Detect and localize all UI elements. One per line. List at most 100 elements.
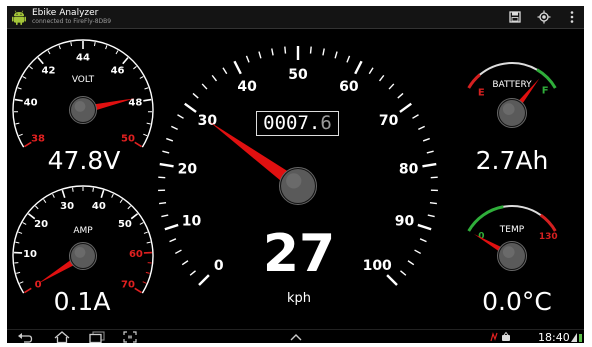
- speed-major-tick: [198, 274, 210, 286]
- amp-minor-tick: [127, 205, 131, 210]
- volt-minor-tick: [22, 76, 27, 79]
- speed-minor-tick: [309, 46, 312, 54]
- speed-tick-label: 100: [363, 258, 392, 274]
- amp-major-tick: [134, 287, 142, 294]
- speed-minor-tick: [161, 214, 169, 218]
- speed-tick-label: 50: [288, 67, 308, 83]
- volt-major-tick: [134, 141, 142, 148]
- volt-major-tick: [143, 98, 152, 102]
- speed-minor-tick: [400, 270, 407, 276]
- speed-minor-tick: [346, 55, 351, 63]
- battery-readout: 2.7Ah: [475, 146, 549, 175]
- volt-minor-tick: [47, 50, 51, 55]
- amp-label: AMP: [73, 226, 93, 236]
- system-nav-bar: 18:40: [7, 329, 584, 343]
- app-title: Ebike Analyzer: [32, 8, 99, 18]
- speed-minor-tick: [177, 114, 184, 119]
- status-icons: [571, 333, 582, 342]
- speed-tick-label: 10: [182, 214, 202, 230]
- volt-tick-label: 50: [121, 134, 135, 145]
- speed-minor-tick: [397, 92, 404, 99]
- battery-hub-shine: [502, 103, 515, 115]
- back-icon[interactable]: [15, 330, 35, 343]
- speed-minor-tick: [427, 214, 435, 218]
- save-icon[interactable]: [506, 8, 524, 26]
- temp-arc-hot: [539, 213, 557, 232]
- home-icon[interactable]: [52, 330, 72, 343]
- speed-minor-tick: [181, 260, 189, 266]
- speed-minor-tick: [334, 51, 338, 59]
- chevron-up-icon[interactable]: [287, 330, 305, 343]
- volt-minor-tick: [93, 41, 96, 47]
- speed-minor-tick: [192, 92, 199, 99]
- speed-tick-label: 40: [237, 79, 257, 95]
- speed-minor-tick: [171, 125, 178, 131]
- speed-major-tick: [159, 162, 174, 168]
- volt-minor-tick: [143, 133, 148, 137]
- volt-tick-label: 42: [42, 65, 56, 76]
- amp-minor-tick: [52, 193, 55, 198]
- amp-minor-tick: [16, 271, 21, 274]
- speed-minor-tick: [211, 74, 218, 82]
- amp-arc: [12, 185, 154, 294]
- volt-minor-tick: [18, 133, 23, 137]
- status-clock: 18:40: [538, 331, 570, 343]
- speed-major-tick: [354, 60, 363, 75]
- speed-minor-tick: [271, 48, 274, 56]
- volt-minor-tick: [58, 45, 61, 50]
- notification-icons: [490, 331, 510, 342]
- battery-arc-low: [467, 73, 481, 89]
- action-bar: Ebike Analyzer connected to FireFly-8DB9: [7, 6, 584, 29]
- amp-minor-tick: [43, 199, 47, 203]
- speed-minor-tick: [174, 249, 182, 255]
- amp-minor-tick: [35, 205, 39, 210]
- battery-empty-mark: E: [478, 87, 485, 98]
- temp-max-mark: 130: [539, 232, 558, 242]
- app-window: Ebike Analyzer connected to FireFly-8DB9…: [7, 6, 584, 343]
- speed-minor-tick: [388, 83, 395, 90]
- dashboard: 0102030405060708090100 38404244464850VOL…: [12, 39, 558, 294]
- speed-minor-tick: [378, 74, 385, 82]
- speed-hub-shine: [286, 173, 302, 189]
- speed-minor-tick: [222, 67, 228, 75]
- speed-minor-tick: [407, 260, 415, 266]
- location-target-icon[interactable]: [535, 8, 553, 26]
- amp-minor-tick: [143, 231, 148, 234]
- amp-minor-tick: [111, 193, 114, 198]
- amp-minor-tick: [142, 281, 147, 284]
- volt-label: VOLT: [72, 75, 95, 85]
- speed-tick-label: 70: [379, 113, 399, 129]
- temp-readout: 0.0°C: [482, 287, 552, 316]
- speed-tick-label: 80: [399, 161, 419, 177]
- volt-minor-tick: [70, 41, 73, 47]
- overflow-menu-icon[interactable]: [563, 8, 581, 26]
- screenshot-icon[interactable]: [120, 330, 140, 343]
- volt-tick-label: 40: [24, 98, 38, 109]
- battery-full-mark: F: [542, 86, 549, 97]
- volt-gauge: 38404244464850VOLT: [12, 39, 154, 148]
- volt-minor-tick: [105, 45, 108, 50]
- amp-minor-tick: [119, 199, 123, 203]
- speed-minor-tick: [426, 150, 434, 154]
- speed-minor-tick: [422, 137, 430, 142]
- volt-major-tick: [37, 57, 44, 65]
- speed-tick-label: 20: [178, 161, 198, 177]
- amp-tick-label: 40: [92, 201, 106, 212]
- speed-minor-tick: [189, 270, 196, 276]
- speed-major-tick: [233, 60, 242, 75]
- speed-minor-tick: [284, 46, 287, 54]
- recent-apps-icon[interactable]: [87, 330, 107, 343]
- volt-minor-tick: [146, 122, 151, 125]
- speed-readout: 27: [262, 224, 336, 284]
- speed-minor-tick: [419, 238, 427, 243]
- amp-minor-tick: [18, 231, 23, 234]
- volt-minor-tick: [133, 66, 137, 70]
- speed-tick-label: 0: [214, 258, 224, 274]
- volt-readout: 47.8V: [47, 146, 121, 175]
- temp-arc-mid: [503, 205, 542, 216]
- speed-minor-tick: [169, 238, 177, 243]
- amp-minor-tick: [72, 187, 74, 192]
- speed-major-tick: [386, 274, 398, 286]
- amp-tick-label: 60: [129, 249, 143, 260]
- speed-tick-label: 90: [395, 214, 415, 230]
